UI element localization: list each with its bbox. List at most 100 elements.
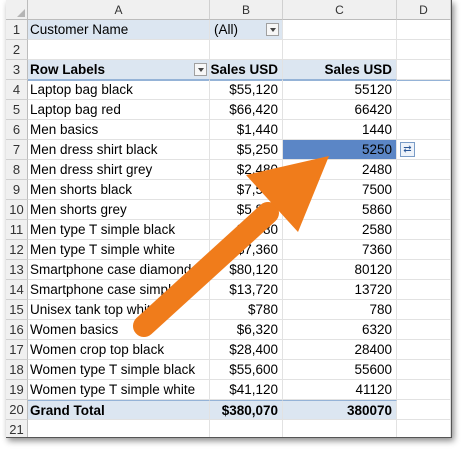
sales-usd-b-cell[interactable]: $41,120 [210, 380, 283, 400]
cell-d[interactable] [397, 100, 451, 120]
sales-usd-c-cell[interactable]: 780 [283, 300, 397, 320]
cell-d21[interactable] [397, 420, 451, 437]
sales-usd-b-cell[interactable]: $2,480 [210, 160, 283, 180]
sales-usd-c-cell[interactable]: 80120 [283, 260, 397, 280]
row-header[interactable]: 19 [6, 380, 28, 400]
row-header[interactable]: 17 [6, 340, 28, 360]
row-label-cell[interactable]: Women type T simple black [28, 360, 210, 380]
cell-b21[interactable] [210, 420, 283, 437]
dropdown-arrow-icon[interactable] [194, 63, 207, 76]
cell-d[interactable] [397, 200, 451, 220]
row-header[interactable]: 2 [6, 40, 28, 60]
grand-total-c[interactable]: 380070 [283, 400, 397, 420]
cell-d2[interactable] [397, 40, 451, 60]
sales-usd-b-cell[interactable]: $55,120 [210, 80, 283, 100]
row-label-cell[interactable]: Women basics [28, 320, 210, 340]
row-header[interactable]: 12 [6, 240, 28, 260]
cell-d[interactable] [397, 340, 451, 360]
sales-usd-b-cell[interactable]: $7,500 [210, 180, 283, 200]
sales-usd-c-cell[interactable]: 28400 [283, 340, 397, 360]
row-header[interactable]: 15 [6, 300, 28, 320]
dropdown-arrow-icon[interactable] [266, 23, 279, 36]
row-label-cell[interactable]: Smartphone case simple [28, 280, 210, 300]
row-label-cell[interactable]: Women crop top black [28, 340, 210, 360]
cell-d[interactable] [397, 160, 451, 180]
cell-d[interactable] [397, 80, 451, 100]
cell-d[interactable] [397, 180, 451, 200]
cell-d20[interactable] [397, 400, 451, 420]
sales-usd-c-cell[interactable]: 2480 [283, 160, 397, 180]
sales-usd-c-cell[interactable]: 5860 [283, 200, 397, 220]
row-label-cell[interactable]: Unisex tank top white [28, 300, 210, 320]
row-label-cell[interactable]: Smartphone case diamond [28, 260, 210, 280]
grand-total-b[interactable]: $380,070 [210, 400, 283, 420]
column-header-c[interactable]: C [283, 0, 397, 20]
sales-usd-b-cell[interactable]: $66,420 [210, 100, 283, 120]
sales-usd-c-cell[interactable]: 66420 [283, 100, 397, 120]
sales-usd-b-cell[interactable]: $28,400 [210, 340, 283, 360]
cell-b2[interactable] [210, 40, 283, 60]
sales-usd-c-cell[interactable]: 7500 [283, 180, 397, 200]
sales-usd-c-cell[interactable]: 41120 [283, 380, 397, 400]
cell-d[interactable] [397, 240, 451, 260]
sales-usd-b-cell[interactable]: $13,720 [210, 280, 283, 300]
sales-usd-header-c[interactable]: Sales USD [283, 60, 397, 80]
row-label-cell[interactable]: Laptop bag black [28, 80, 210, 100]
cell-a2[interactable] [28, 40, 210, 60]
row-header[interactable]: 21 [6, 420, 28, 437]
row-label-cell[interactable]: Men basics [28, 120, 210, 140]
row-header[interactable]: 11 [6, 220, 28, 240]
cell-d[interactable] [397, 320, 451, 340]
sales-usd-b-cell[interactable]: $2,580 [210, 220, 283, 240]
sales-usd-b-cell[interactable]: $5,860 [210, 200, 283, 220]
paste-options-icon[interactable]: ⇄ [400, 142, 415, 157]
row-label-cell[interactable]: Men dress shirt grey [28, 160, 210, 180]
sales-usd-b-cell[interactable]: $6,320 [210, 320, 283, 340]
cell-c1[interactable] [283, 20, 397, 40]
row-label-cell[interactable]: Men type T simple white [28, 240, 210, 260]
row-header[interactable]: 20 [6, 400, 28, 420]
row-header[interactable]: 18 [6, 360, 28, 380]
row-label-cell[interactable]: Men shorts grey [28, 200, 210, 220]
filter-value-cell[interactable]: (All) [210, 20, 283, 40]
sales-usd-c-cell[interactable]: 55600 [283, 360, 397, 380]
row-header[interactable]: 6 [6, 120, 28, 140]
sales-usd-c-cell[interactable]: 1440 [283, 120, 397, 140]
row-header[interactable]: 3 [6, 60, 28, 80]
sales-usd-b-cell[interactable]: $55,600 [210, 360, 283, 380]
sales-usd-c-cell[interactable]: 2580 [283, 220, 397, 240]
row-labels-header[interactable]: Row Labels [28, 60, 210, 80]
row-label-cell[interactable]: Men type T simple black [28, 220, 210, 240]
sales-usd-b-cell[interactable]: $1,440 [210, 120, 283, 140]
selected-cell[interactable]: 5250 [283, 140, 397, 160]
row-header[interactable]: 10 [6, 200, 28, 220]
row-label-cell[interactable]: Women type T simple white [28, 380, 210, 400]
cell-c21[interactable] [283, 420, 397, 437]
row-label-cell[interactable]: Men shorts black [28, 180, 210, 200]
cell-d[interactable] [397, 300, 451, 320]
row-header[interactable]: 5 [6, 100, 28, 120]
sales-usd-c-cell[interactable]: 6320 [283, 320, 397, 340]
sales-usd-c-cell[interactable]: 55120 [283, 80, 397, 100]
row-header[interactable]: 9 [6, 180, 28, 200]
row-label-cell[interactable]: Laptop bag red [28, 100, 210, 120]
cell-d1[interactable] [397, 20, 451, 40]
cell-d[interactable] [397, 220, 451, 240]
sales-usd-b-cell[interactable]: $5,250 [210, 140, 283, 160]
row-header[interactable]: 7 [6, 140, 28, 160]
row-header[interactable]: 16 [6, 320, 28, 340]
sales-usd-header-b[interactable]: Sales USD [210, 60, 283, 80]
grand-total-label[interactable]: Grand Total [28, 400, 210, 420]
sales-usd-b-cell[interactable]: $80,120 [210, 260, 283, 280]
row-header[interactable]: 4 [6, 80, 28, 100]
column-header-a[interactable]: A [28, 0, 210, 20]
cell-d[interactable] [397, 120, 451, 140]
sales-usd-c-cell[interactable]: 7360 [283, 240, 397, 260]
cell-c2[interactable] [283, 40, 397, 60]
sales-usd-c-cell[interactable]: 13720 [283, 280, 397, 300]
row-header[interactable]: 8 [6, 160, 28, 180]
cell-d[interactable] [397, 360, 451, 380]
sales-usd-b-cell[interactable]: $7,360 [210, 240, 283, 260]
filter-label[interactable]: Customer Name [28, 20, 210, 40]
cell-a21[interactable] [28, 420, 210, 437]
